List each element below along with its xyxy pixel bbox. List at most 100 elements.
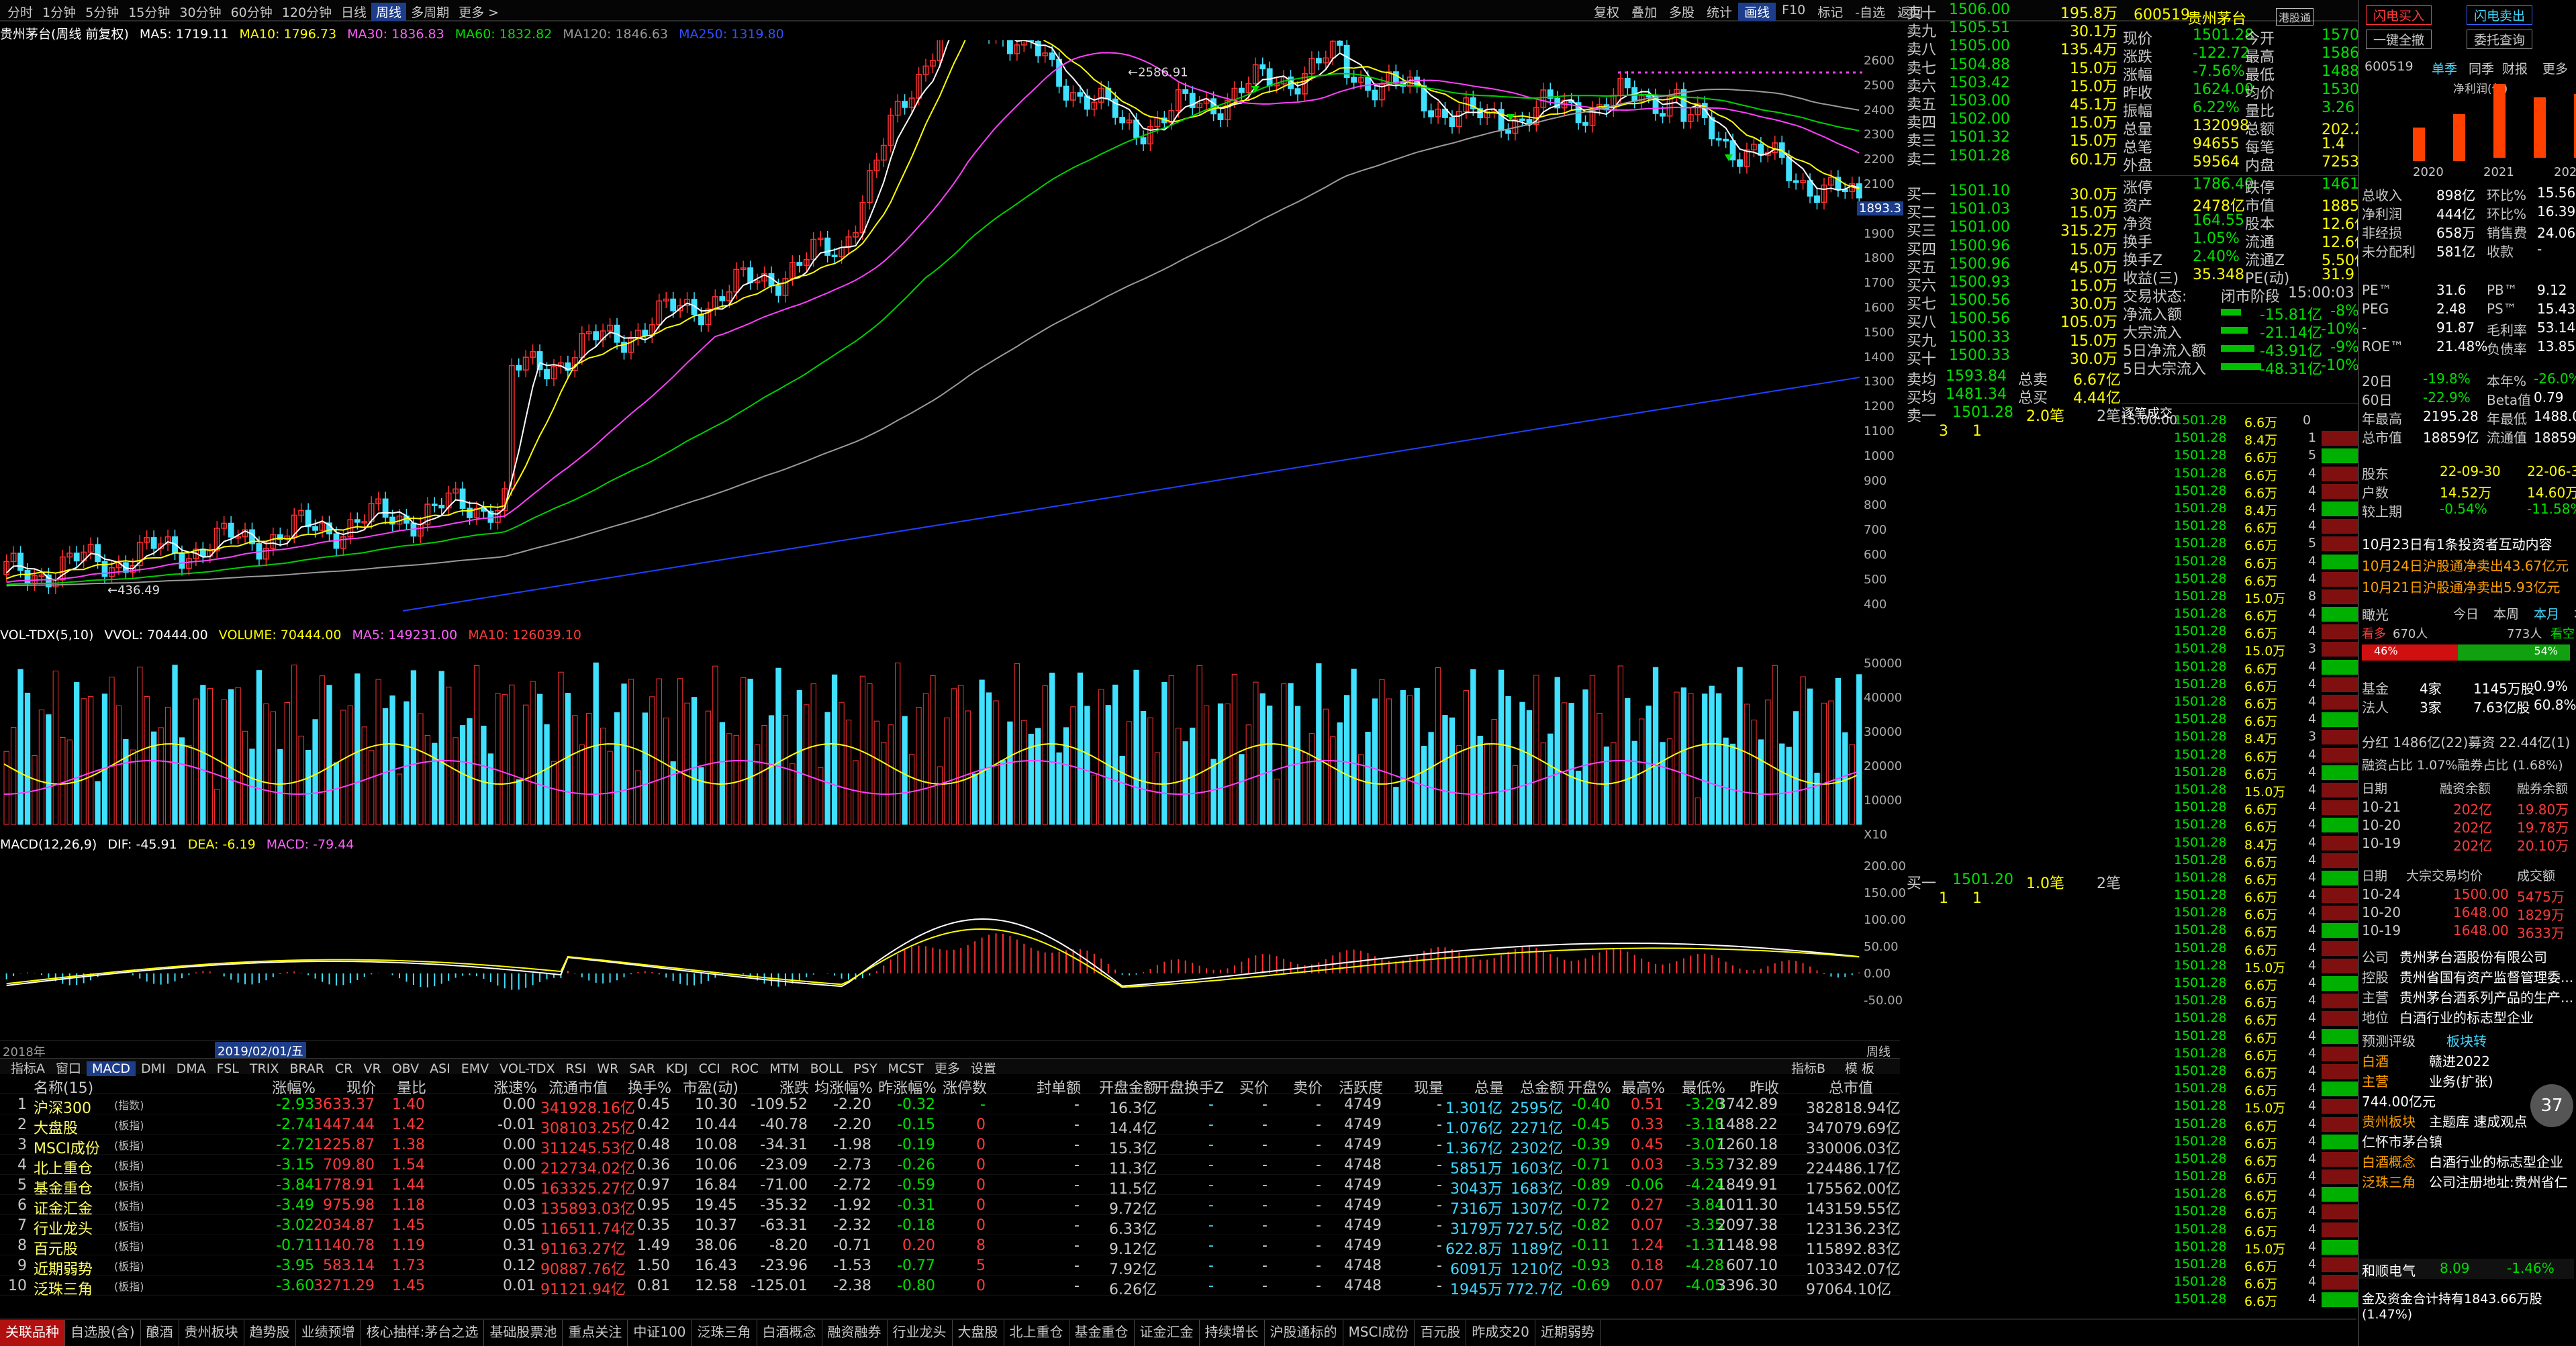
board-tab-6[interactable]: 核心抽样:茅台之选 (361, 1320, 485, 1346)
bid-row[interactable]: 买十 1500.33 30.0万 (1905, 347, 2120, 368)
toolbar-tool-6[interactable]: 标记 (1811, 3, 1849, 21)
board-tab-20[interactable]: MSCI成份 (1343, 1320, 1415, 1346)
news-item[interactable]: 10月21日沪股通净卖出5.93亿元 (2362, 577, 2560, 596)
candlestick-chart[interactable]: ←2586.91 ←436.49 (0, 40, 1900, 624)
ask-row[interactable]: 卖七 1504.88 15.0万 (1905, 56, 2120, 77)
table-row[interactable]: 8 百元股 (板指) -0.71 1140.78 1.19 0.31 91163.27亿 1.4… (0, 1235, 1901, 1258)
bid-row[interactable]: 买二 1501.03 15.0万 (1905, 201, 2120, 222)
board-tab-2[interactable]: 酿酒 (141, 1320, 179, 1346)
ask-row[interactable]: 卖五 1503.00 45.1万 (1905, 93, 2120, 113)
flash-sell-button[interactable]: 闪电卖出 (2467, 5, 2533, 25)
concept-tab[interactable]: 板块转 (2446, 1030, 2487, 1050)
period-tab-4[interactable]: 30分钟 (175, 3, 226, 21)
volume-bar (908, 754, 915, 825)
bid-row[interactable]: 买九 1500.33 15.0万 (1905, 329, 2120, 350)
cancel-all-button[interactable]: 一键全撤 (2366, 30, 2432, 49)
fin-tab[interactable]: 同季 (2469, 59, 2494, 77)
board-tab-13[interactable]: 行业龙头 (888, 1320, 953, 1346)
board-tab-3[interactable]: 贵州板块 (179, 1320, 244, 1346)
board-tab-23[interactable]: 近期弱势 (1535, 1320, 1601, 1346)
info-cell: 10-19 (2362, 922, 2401, 939)
board-tab-10[interactable]: 泛珠三角 (692, 1320, 757, 1346)
volume-bar (958, 685, 964, 825)
bid-row[interactable]: 买五 1500.96 45.0万 (1905, 256, 2120, 277)
ask-row[interactable]: 卖六 1503.42 15.0万 (1905, 75, 2120, 95)
board-tab-5[interactable]: 业绩预增 (296, 1320, 361, 1346)
board-tab-7[interactable]: 基础股票池 (484, 1320, 563, 1346)
toolbar-tool-7[interactable]: -自选 (1849, 3, 1891, 21)
volume-chart[interactable] (0, 643, 1900, 834)
bid-row[interactable]: 买四 1500.96 15.0万 (1905, 238, 2120, 258)
period-tab-2[interactable]: 5分钟 (81, 3, 124, 21)
ask-row[interactable]: 卖九 1505.51 30.1万 (1905, 19, 2120, 40)
stock-tag[interactable]: 港股通 (2276, 8, 2314, 26)
fin-tab[interactable]: 单季 (2432, 59, 2457, 77)
table-row[interactable]: 6 证金汇金 (板指) -3.49 975.98 1.18 0.03 135893.03亿 0.… (0, 1195, 1901, 1218)
table-row[interactable]: 2 大盘股 (板指) -2.74 1447.44 1.42 -0.01 308103.25亿 0… (0, 1114, 1901, 1137)
sentiment-tab[interactable]: 本周 (2493, 604, 2519, 622)
table-row[interactable]: 3 MSCI成份 (板指) -2.72 1225.87 1.38 0.00 311245.53… (0, 1135, 1901, 1157)
board-tab-19[interactable]: 沪股通标的 (1265, 1320, 1343, 1346)
period-tab-0[interactable]: 分时 (3, 3, 38, 21)
table-row[interactable]: 1 沪深300 (指数) -2.93 3633.37 1.40 0.00 341928.16亿… (0, 1094, 1901, 1117)
table-row[interactable]: 10 泛珠三角 (板指) -3.60 3271.29 1.45 0.01 91121.94亿 0… (0, 1276, 1900, 1298)
fin-tab[interactable]: 更多 (2542, 59, 2568, 77)
period-tab-6[interactable]: 120分钟 (277, 3, 336, 21)
board-tab-11[interactable]: 白酒概念 (757, 1320, 822, 1346)
fin-tab[interactable]: 600519 (2365, 59, 2414, 74)
period-tab-9[interactable]: 多周期 (406, 3, 454, 21)
flash-buy-button[interactable]: 闪电买入 (2366, 5, 2432, 25)
news-item[interactable]: 10月24日沪股通净卖出43.67亿元 (2362, 555, 2569, 575)
board-tab-16[interactable]: 基金重仓 (1069, 1320, 1135, 1346)
ask-row[interactable]: 卖二 1501.28 60.1万 (1905, 148, 2120, 169)
toolbar-tool-3[interactable]: 统计 (1701, 3, 1738, 21)
board-tab-18[interactable]: 持续增长 (1200, 1320, 1265, 1346)
concept-item: 主营 (2362, 1073, 2389, 1090)
bid-row[interactable]: 买三 1501.00 315.2万 (1905, 219, 2120, 240)
ask-row[interactable]: 卖八 1505.00 135.4万 (1905, 38, 2120, 58)
period-tab-10[interactable]: 更多 > (454, 3, 504, 21)
board-tab-4[interactable]: 趋势股 (244, 1320, 296, 1346)
period-tab-5[interactable]: 60分钟 (226, 3, 277, 21)
period-tab-3[interactable]: 15分钟 (124, 3, 175, 21)
board-tab-12[interactable]: 融资融券 (822, 1320, 888, 1346)
ask-row[interactable]: 卖三 1501.32 15.0万 (1905, 129, 2120, 150)
board-tab-21[interactable]: 百元股 (1415, 1320, 1467, 1346)
toolbar-tool-1[interactable]: 叠加 (1625, 3, 1663, 21)
sentiment-tab[interactable]: 今日 (2453, 604, 2479, 622)
period-tab-1[interactable]: 1分钟 (38, 3, 81, 21)
board-tab-14[interactable]: 大盘股 (953, 1320, 1004, 1346)
toolbar-tool-2[interactable]: 多股 (1663, 3, 1701, 21)
toolbar-tool-5[interactable]: F10 (1776, 3, 1811, 21)
toolbar-tool-4[interactable]: 画线 (1738, 3, 1776, 21)
board-tab-9[interactable]: 中证100 (628, 1320, 692, 1346)
bid-row[interactable]: 买六 1500.93 15.0万 (1905, 274, 2120, 295)
order-query-button[interactable]: 委托查询 (2467, 30, 2533, 49)
ask-row[interactable]: 卖十 1506.00 195.8万 (1905, 1, 2120, 22)
board-tab-22[interactable]: 昨成交20 (1466, 1320, 1535, 1346)
toolbar-tool-0[interactable]: 复权 (1588, 3, 1625, 21)
sentiment-tab[interactable]: 本月 (2534, 604, 2559, 622)
board-tab-17[interactable]: 证金汇金 (1135, 1320, 1200, 1346)
news-item[interactable]: 10月23日有1条投资者互动内容 (2362, 534, 2553, 553)
bid-row[interactable]: 买一 1501.10 30.0万 (1905, 183, 2120, 203)
mini-quote-bar[interactable]: 和顺电气 8.09 -1.46% (2359, 1259, 2574, 1279)
floating-badge[interactable]: 37 (2530, 1084, 2573, 1127)
macd-chart[interactable] (0, 853, 1900, 1041)
board-tab-0[interactable]: 关联品种 (0, 1320, 65, 1346)
board-tab-8[interactable]: 重点关注 (563, 1320, 628, 1346)
period-tab-7[interactable]: 日线 (336, 3, 371, 21)
board-tab-1[interactable]: 自选股(含) (65, 1320, 141, 1346)
table-row[interactable]: 7 行业龙头 (板指) -3.02 2034.87 1.45 0.05 116511.74亿 0… (0, 1215, 1901, 1238)
table-cell: - (1074, 1116, 1080, 1133)
table-row[interactable]: 9 近期弱势 (板指) -3.95 583.14 1.73 0.12 90887.76亿 1.5… (0, 1255, 1901, 1278)
table-row[interactable]: 4 北上重仓 (板指) -3.15 709.80 1.54 0.00 212734.02亿 0.… (0, 1155, 1901, 1177)
ask-row[interactable]: 卖四 1502.00 15.0万 (1905, 111, 2120, 132)
tick-size-box (2322, 659, 2358, 675)
table-row[interactable]: 5 基金重仓 (板指) -3.84 1778.91 1.44 0.05 163325.27亿 0… (0, 1175, 1901, 1198)
bid-row[interactable]: 买七 1500.56 30.0万 (1905, 292, 2120, 313)
bid-row[interactable]: 买八 1500.56 105.0万 (1905, 310, 2120, 331)
fin-tab[interactable]: 财报 (2502, 59, 2528, 77)
board-tab-15[interactable]: 北上重仓 (1004, 1320, 1069, 1346)
period-tab-8[interactable]: 周线 (371, 3, 407, 21)
